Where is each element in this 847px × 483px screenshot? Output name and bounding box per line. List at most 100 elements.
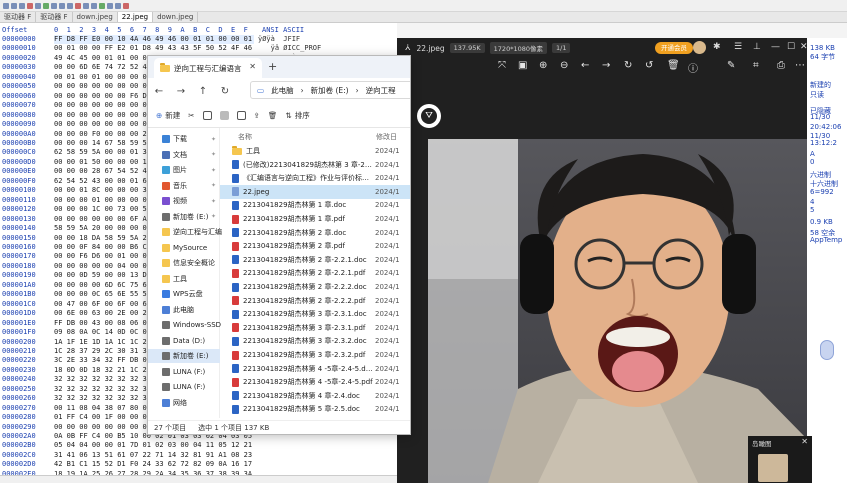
nav-item[interactable]: 图片 ✦	[148, 163, 220, 177]
hex-tab[interactable]: 驱动器 F	[36, 12, 73, 22]
maximize-icon[interactable]: ☐	[787, 42, 795, 52]
file-row[interactable]: 2213041829胡杰林第 3 章-2.3.1.pdf 2024/1	[220, 321, 410, 335]
hex-tab[interactable]: 22.jpeg	[117, 12, 154, 22]
nav-item[interactable]: Windows-SSD	[148, 318, 221, 332]
hex-tab[interactable]: 驱动器 F	[0, 12, 37, 22]
zoom-in-icon[interactable]: ⊕	[539, 60, 547, 71]
new-button[interactable]: ⊕ 新建	[156, 110, 180, 121]
hex-tab[interactable]: down.jpeg	[73, 12, 118, 22]
nav-item[interactable]: LUNA (F:)	[148, 365, 220, 379]
properties-icon[interactable]	[35, 2, 41, 9]
hex-row[interactable]: 05 04 04 00 00 01 7D 01 02 03 00 04 11 0…	[54, 441, 254, 450]
undo-icon[interactable]	[43, 2, 49, 9]
nav-item[interactable]: WPS云盘	[148, 287, 220, 301]
file-row[interactable]: 2213041829胡杰林第 2 章-2.2.2.doc 2024/1	[220, 280, 410, 294]
nav-item[interactable]: Data (D:)	[148, 334, 220, 348]
nav-item[interactable]: 网络	[148, 396, 220, 410]
ascii-row[interactable]: ÿâ ØICC_PROF	[258, 44, 368, 53]
file-row[interactable]: 2213041829胡杰林第 2 章-2.2.1.doc 2024/1	[220, 253, 410, 267]
nav-item[interactable]: 下载 ✦	[148, 132, 220, 146]
disk-icon[interactable]	[99, 2, 105, 9]
nav-item[interactable]: 信息安全概论	[148, 256, 220, 270]
save-icon[interactable]	[19, 2, 25, 9]
back-icon[interactable]: ←	[148, 86, 170, 97]
find-icon[interactable]	[75, 2, 81, 9]
settings-icon[interactable]: ✱	[713, 42, 721, 52]
refresh-icon[interactable]: ↻	[214, 86, 236, 97]
file-row[interactable]: 2213041829胡杰林第 1 章.doc 2024/1	[220, 198, 410, 212]
close-icon[interactable]: ✕	[800, 42, 807, 52]
hex-row[interactable]: FF D8 FF E0 00 10 4A 46 49 46 00 01 01 0…	[54, 35, 254, 44]
file-row[interactable]: (已修改)2213041829胡杰林第 3 章-2.3.2.doc2024/1	[220, 158, 410, 172]
rotate-right-icon[interactable]: ↻	[624, 60, 632, 71]
close-icon[interactable]: ✕	[801, 437, 808, 446]
file-row[interactable]: 22.jpeg 2024/1	[220, 184, 410, 199]
nav-item[interactable]: 视频 ✦	[148, 194, 220, 208]
file-row[interactable]: 2213041829胡杰林第 4 -5章-2.4-5.doc 2024/1	[220, 362, 410, 376]
forward-icon[interactable]: →	[170, 86, 192, 97]
share-button[interactable]: ⇪	[254, 111, 260, 120]
file-row[interactable]: 2213041829胡杰林第 2 章-2.2.2.pdf 2024/1	[220, 294, 410, 308]
breadcrumb-2[interactable]: 逆向工程	[366, 85, 396, 96]
nav-item[interactable]: 逆向工程与汇编	[148, 225, 222, 239]
replace-icon[interactable]	[83, 2, 89, 9]
nav-item[interactable]: 此电脑	[148, 303, 220, 317]
pin-icon[interactable]: ✦	[211, 213, 216, 220]
print-icon[interactable]	[27, 2, 33, 9]
fit-screen-icon[interactable]: ⤧	[498, 60, 506, 71]
copy-button[interactable]	[202, 111, 212, 120]
goto-icon[interactable]	[91, 2, 97, 9]
file-row[interactable]: 《汇编语言与逆向工程》作业与评价标准-2023...2024/1	[220, 171, 410, 185]
file-row[interactable]: 2213041829胡杰林第 1 章.pdf 2024/1	[220, 212, 410, 226]
up-icon[interactable]: ↑	[192, 86, 214, 97]
paste-icon[interactable]	[67, 2, 73, 9]
file-row[interactable]: 2213041829胡杰林第 2 章.pdf 2024/1	[220, 239, 410, 253]
pin-icon[interactable]: ✦	[211, 198, 216, 205]
ram-icon[interactable]	[107, 2, 113, 9]
nav-item[interactable]: 音乐 ✦	[148, 179, 220, 193]
hex-row[interactable]: 00 01 00 00 FF E2 01 D8 49 43 43 5F 50 5…	[54, 44, 254, 53]
cut-icon[interactable]	[51, 2, 57, 9]
sort-button[interactable]: ⇅ 排序	[285, 110, 309, 121]
delete-button[interactable]: 🗑	[268, 111, 278, 120]
nav-item[interactable]: MySource	[148, 241, 220, 255]
nav-item[interactable]: 新加卷 (E:)	[148, 349, 220, 363]
more-icon[interactable]: ⋯	[795, 60, 805, 71]
menu-icon[interactable]: ☰	[734, 42, 742, 52]
crop-icon[interactable]: ⌗	[753, 60, 759, 71]
mouse-widget[interactable]	[820, 340, 834, 360]
file-row[interactable]: 工具 2024/1	[220, 144, 410, 158]
hex-row[interactable]: 31 41 06 13 51 61 07 22 71 14 32 81 91 A…	[54, 451, 254, 460]
nav-item[interactable]: 工具	[148, 272, 220, 286]
ascii-row[interactable]: ÿØÿà JFIF	[258, 35, 368, 44]
print-icon[interactable]: ⎙	[777, 60, 785, 71]
file-row[interactable]: 2213041829胡杰林第 4 章-2.4.doc 2024/1	[220, 389, 410, 403]
pin-icon[interactable]: ✦	[211, 182, 216, 189]
hex-tab[interactable]: down.jpeg	[153, 12, 199, 22]
column-name[interactable]: 名称	[238, 132, 252, 142]
column-date[interactable]: 修改日	[376, 132, 397, 142]
overview-thumbnail[interactable]: 岛瞰图 ✕	[748, 436, 812, 483]
pin-icon[interactable]: ✦	[211, 136, 216, 143]
file-row[interactable]: 2213041829胡杰林第 3 章-2.3.1.doc 2024/1	[220, 307, 410, 321]
zoom-out-icon[interactable]: ⊖	[560, 60, 568, 71]
nav-item[interactable]: LUNA (F:)	[148, 380, 220, 394]
minimize-icon[interactable]: —	[771, 42, 780, 52]
user-avatar[interactable]	[693, 41, 706, 54]
edit-icon[interactable]: ✎	[727, 60, 735, 71]
file-row[interactable]: 2213041829胡杰林第 5 章-2.5.doc 2024/1	[220, 402, 410, 416]
explorer-tab[interactable]: 逆向工程与汇编语言 ✕	[154, 58, 262, 78]
paste-button[interactable]	[219, 111, 229, 120]
open-file-icon[interactable]	[11, 2, 17, 9]
new-tab-icon[interactable]: +	[268, 60, 277, 73]
cut-button[interactable]: ✂	[188, 111, 194, 120]
new-file-icon[interactable]	[3, 2, 9, 9]
close-tab-icon[interactable]: ✕	[249, 62, 256, 71]
file-row[interactable]: 2213041829胡杰林第 4 -5章-2.4-5.pdf 2024/1	[220, 375, 410, 389]
file-row[interactable]: 2213041829胡杰林第 2 章.doc 2024/1	[220, 226, 410, 240]
pin-icon[interactable]: ⊥	[753, 42, 761, 52]
calc-icon[interactable]	[115, 2, 121, 9]
delete-icon[interactable]: 🗑	[667, 60, 680, 71]
breadcrumb-0[interactable]: 此电脑	[271, 85, 294, 96]
vip-button[interactable]: 开通会员	[655, 42, 693, 54]
